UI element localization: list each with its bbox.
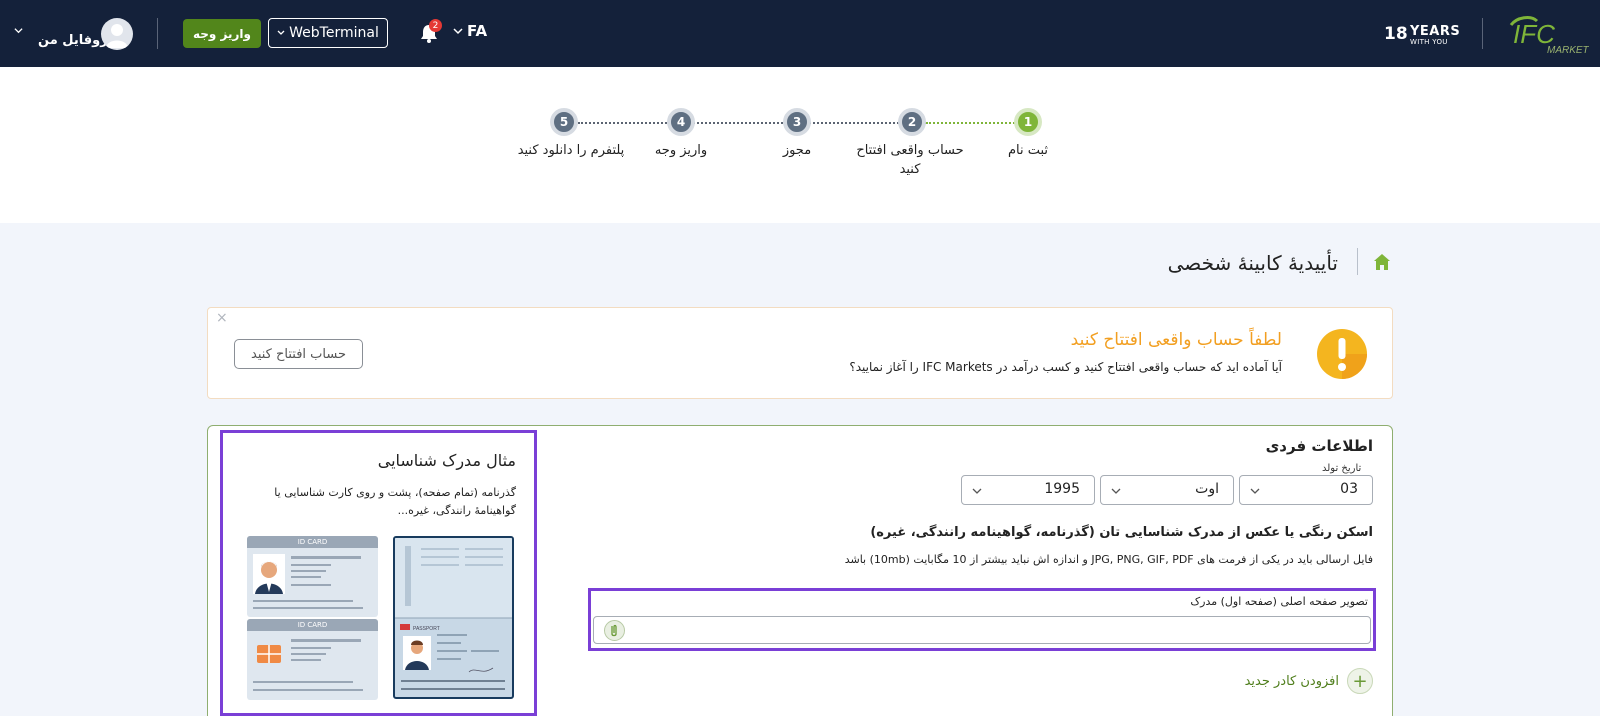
id-card-chip <box>253 639 363 691</box>
example-description: گذرنامه (تمام صفحه)، پشت و روی کارت شناس… <box>274 486 516 517</box>
id-card-header: ID CARD <box>247 536 378 548</box>
deposit-button[interactable]: واریز وجه <box>183 19 261 48</box>
webterminal-label: WebTerminal <box>289 25 379 41</box>
chevron-down-icon <box>972 488 982 494</box>
header-divider <box>1482 18 1483 49</box>
user-icon <box>106 24 128 48</box>
passport-illustration: PASSPORT <box>395 538 512 690</box>
open-account-alert: × حساب افتتاح کنید لطفاً حساب واقعی افتت… <box>207 307 1393 399</box>
svg-text:PASSPORT: PASSPORT <box>413 626 440 632</box>
step-2-circle[interactable]: 2 <box>898 108 926 136</box>
id-card-front-image: ID CARD <box>247 536 378 617</box>
step-1-circle[interactable]: 1 <box>1014 108 1042 136</box>
id-card-header: ID CARD <box>247 619 378 631</box>
dob-day-select[interactable]: 03 <box>1239 475 1373 505</box>
registration-stepper: 1 2 3 4 5 ثبت نام حساب واقعی افتتاح کنید… <box>0 67 1600 223</box>
step-5-label: پلتفرم را دانلود کنید <box>517 143 625 158</box>
add-new-field-button[interactable]: + افزودن کادر جدید <box>1245 668 1373 694</box>
chevron-down-icon <box>1111 488 1121 494</box>
language-chevron-icon[interactable] <box>453 26 463 36</box>
dob-day-value: 03 <box>1340 481 1358 497</box>
id-card-back-image: ID CARD <box>247 619 378 700</box>
step-4-circle[interactable]: 4 <box>667 108 695 136</box>
svg-text:MARKETS: MARKETS <box>1547 45 1589 55</box>
years-number: 18 <box>1384 24 1408 44</box>
example-title: مثال مدرک شناسایی <box>377 451 516 470</box>
id-card-photo <box>253 554 363 609</box>
alert-title: لطفاً حساب واقعی افتتاح کنید <box>1070 330 1282 350</box>
page-title: تأییدیهٔ کابینهٔ شخصی <box>1167 251 1338 275</box>
avatar[interactable] <box>101 18 133 50</box>
alert-text: آیا آماده اید که حساب واقعی افتتاح کنید … <box>849 360 1282 374</box>
close-icon[interactable]: × <box>216 310 230 326</box>
scan-instructions-title: اسکن رنگی یا عکس از مدرک شناسایی تان (گذ… <box>870 525 1373 540</box>
chevron-down-icon <box>277 30 285 35</box>
personal-info-card: اطلاعات فردی تاریخ تولد 03 اوت 1995 اسکن… <box>207 425 1393 716</box>
dob-year-value: 1995 <box>1044 481 1080 497</box>
ifc-markets-logo[interactable]: IFC MARKETS <box>1507 13 1589 55</box>
webterminal-button[interactable]: WebTerminal <box>268 18 388 48</box>
step-3-circle[interactable]: 3 <box>783 108 811 136</box>
warning-icon <box>1317 329 1367 379</box>
chevron-down-icon <box>1250 488 1260 494</box>
step-2-label: حساب واقعی افتتاح کنید <box>856 143 964 177</box>
title-divider <box>1357 248 1358 275</box>
section-title: اطلاعات فردی <box>1265 437 1373 455</box>
profile-chevron-icon[interactable] <box>14 26 23 35</box>
document-file-input[interactable] <box>593 616 1371 644</box>
upload-label: تصویر صفحه اصلی (صفحه اول) مدرک <box>1190 595 1368 608</box>
dob-label: تاریخ تولد <box>1319 463 1365 474</box>
step-connector-done <box>926 122 1018 124</box>
plus-icon: + <box>1347 668 1373 694</box>
home-icon[interactable] <box>1373 253 1391 271</box>
add-new-field-label: افزودن کادر جدید <box>1244 673 1339 689</box>
years-subtext: WITH YOU <box>1410 38 1448 46</box>
paperclip-icon[interactable] <box>604 620 625 641</box>
open-account-button[interactable]: حساب افتتاح کنید <box>234 339 363 369</box>
document-upload-area: تصویر صفحه اصلی (صفحه اول) مدرک <box>588 588 1376 651</box>
dob-month-select[interactable]: اوت <box>1100 475 1234 505</box>
top-navbar: پروفایل من واریز وجه WebTerminal 2 FA 18… <box>0 0 1600 67</box>
id-document-example-panel: مثال مدرک شناسایی گذرنامه (تمام صفحه)، پ… <box>220 430 537 716</box>
passport-image: PASSPORT <box>393 536 514 699</box>
step-5-circle[interactable]: 5 <box>550 108 578 136</box>
years-text: YEARS <box>1410 24 1461 39</box>
notification-count-badge: 2 <box>429 19 442 32</box>
dob-year-select[interactable]: 1995 <box>961 475 1095 505</box>
step-3-label: مجوز <box>782 143 812 158</box>
header-divider <box>157 18 158 49</box>
dob-month-value: اوت <box>1195 481 1219 497</box>
step-1-label: ثبت نام <box>1007 143 1049 158</box>
language-selector[interactable]: FA <box>467 22 487 40</box>
scan-file-requirements: فایل ارسالی باید در یکی از فرمت های JPG,… <box>844 553 1373 566</box>
